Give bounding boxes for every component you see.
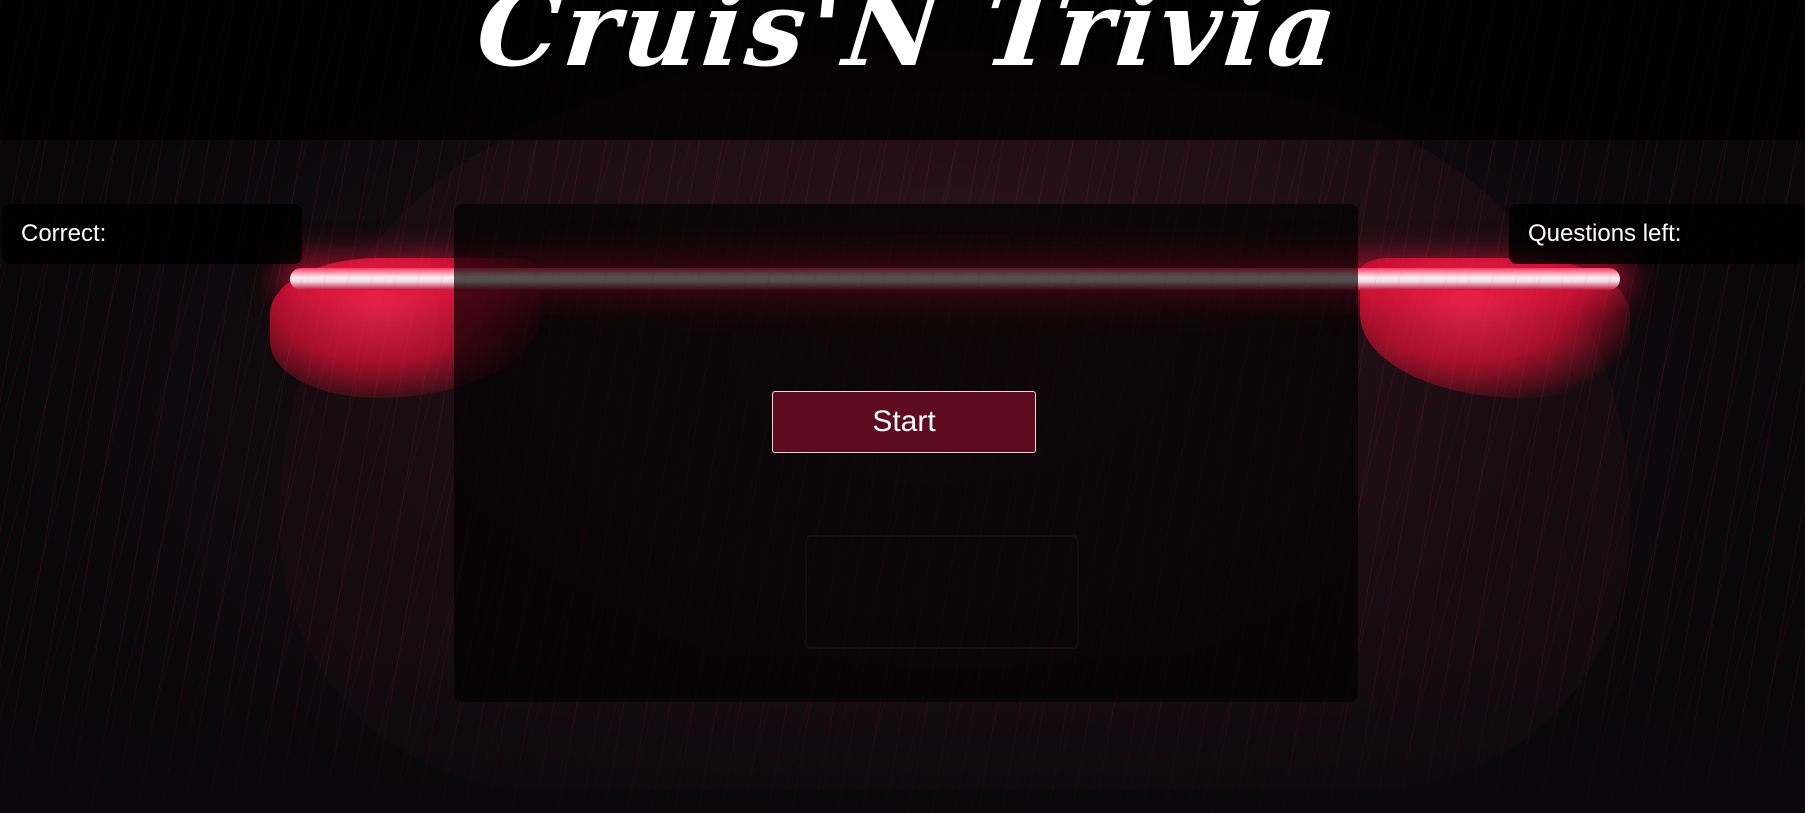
- header-banner: Cruis'N Trivia: [0, 0, 1805, 140]
- correct-label: Correct:: [21, 220, 107, 247]
- game-panel: Start: [454, 204, 1358, 702]
- correct-score-panel: Correct:: [2, 204, 302, 264]
- page-title: Cruis'N Trivia: [471, 0, 1346, 90]
- questions-left-panel: Questions left:: [1509, 204, 1805, 264]
- start-button[interactable]: Start: [772, 391, 1036, 453]
- app-viewport: Cruis'N Trivia Correct: Questions left: …: [0, 0, 1805, 813]
- questions-left-label: Questions left:: [1528, 220, 1682, 247]
